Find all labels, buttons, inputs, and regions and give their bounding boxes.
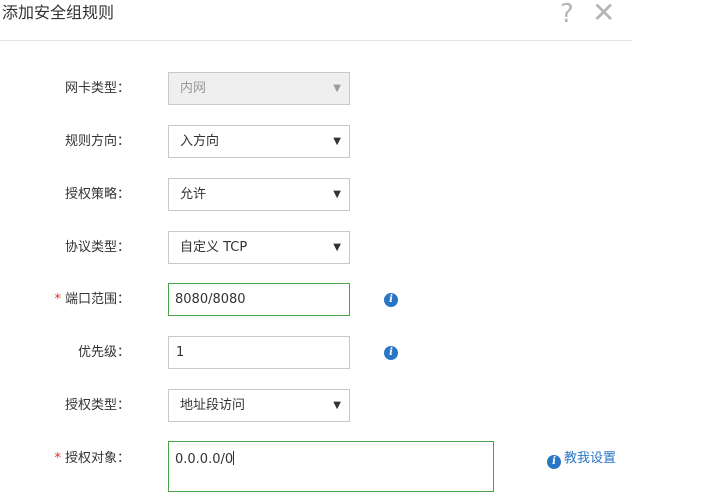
auth-policy-label-text: 授权策略： <box>64 187 130 202</box>
chevron-down-icon: ▼ <box>333 400 341 411</box>
rule-direction-select[interactable]: 入方向 ▼ <box>168 125 350 158</box>
auth-type-label: 授权类型： <box>38 396 130 416</box>
nic-type-label: 网卡类型： <box>38 79 130 99</box>
protocol-type-select[interactable]: 自定义 TCP ▼ <box>168 231 350 264</box>
auth-object-label: * 授权对象： <box>38 449 130 469</box>
chevron-down-icon: ▼ <box>333 136 341 147</box>
priority-label-text: 优先级： <box>77 345 130 360</box>
chevron-down-icon: ▼ <box>333 189 341 200</box>
rule-direction-label: 规则方向： <box>38 132 130 152</box>
info-icon[interactable]: i <box>384 346 398 360</box>
port-range-value: 8080/8080 <box>175 292 246 307</box>
dialog-header: 添加安全组规则 ? ✕ <box>0 0 632 41</box>
info-icon[interactable]: i <box>384 293 398 307</box>
auth-policy-select[interactable]: 允许 ▼ <box>168 178 350 211</box>
info-icon: i <box>547 455 561 469</box>
auth-policy-label: 授权策略： <box>38 185 130 205</box>
auth-object-label-text: 授权对象： <box>64 451 130 466</box>
auth-object-value: 0.0.0.0/0 <box>175 452 234 467</box>
help-setup-link[interactable]: i 教我设置 <box>547 450 616 469</box>
protocol-type-label-text: 协议类型： <box>64 240 130 255</box>
nic-type-label-text: 网卡类型： <box>64 81 130 96</box>
rule-direction-label-text: 规则方向： <box>64 134 130 149</box>
auth-policy-value: 允许 <box>180 187 207 202</box>
help-icon[interactable]: ? <box>560 0 574 28</box>
nic-type-value: 内网 <box>180 81 207 96</box>
nic-type-select: 内网 ▼ <box>168 72 350 105</box>
auth-type-value: 地址段访问 <box>180 398 246 413</box>
auth-type-label-text: 授权类型： <box>64 398 130 413</box>
close-icon[interactable]: ✕ <box>592 0 615 27</box>
required-mark: * <box>54 451 61 466</box>
chevron-down-icon: ▼ <box>333 242 341 253</box>
text-caret <box>233 451 235 465</box>
help-setup-link-label: 教我设置 <box>564 451 617 466</box>
protocol-type-label: 协议类型： <box>38 238 130 258</box>
rule-direction-value: 入方向 <box>180 134 220 149</box>
priority-input[interactable]: 1 <box>168 336 350 369</box>
protocol-type-value: 自定义 TCP <box>180 240 248 255</box>
dialog-title: 添加安全组规则 <box>2 3 115 22</box>
port-range-label-text: 端口范围： <box>64 292 130 307</box>
priority-label: 优先级： <box>38 343 130 363</box>
priority-value: 1 <box>176 345 185 360</box>
auth-object-textarea[interactable]: 0.0.0.0/0 <box>168 441 494 492</box>
port-range-input[interactable]: 8080/8080 <box>168 283 350 316</box>
auth-type-select[interactable]: 地址段访问 ▼ <box>168 389 350 422</box>
required-mark: * <box>54 292 61 307</box>
chevron-down-icon: ▼ <box>333 83 341 94</box>
port-range-label: * 端口范围： <box>38 290 130 310</box>
